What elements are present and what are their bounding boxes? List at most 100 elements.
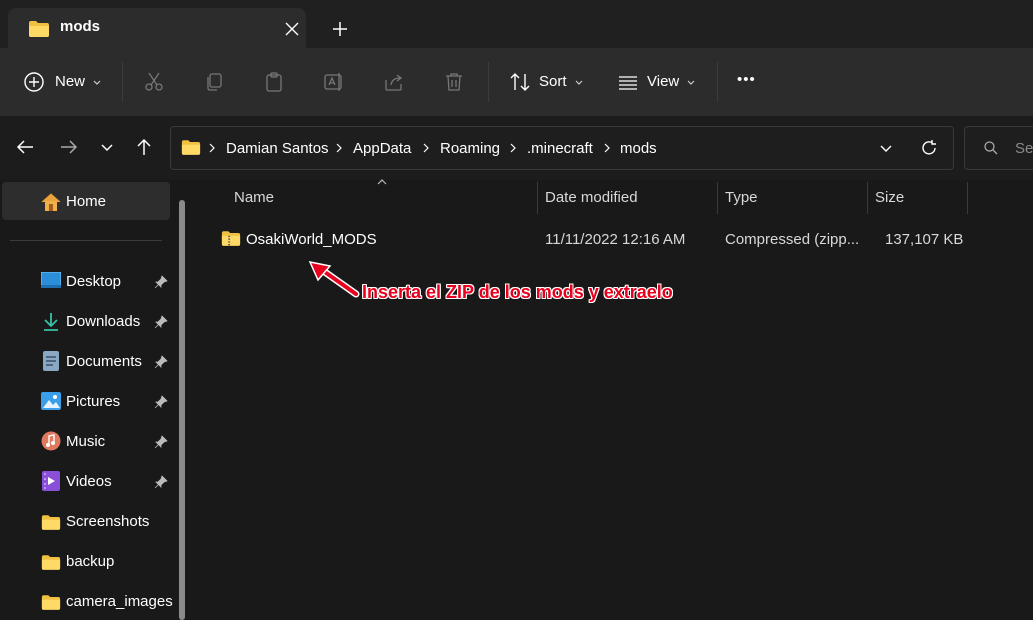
sidebar-item-desktop[interactable]: Desktop: [0, 264, 175, 300]
list-view-icon: [616, 70, 640, 94]
column-divider[interactable]: [867, 182, 868, 214]
desktop-icon: [41, 272, 61, 290]
videos-icon: [42, 471, 60, 491]
search-input[interactable]: Sea: [964, 126, 1033, 170]
sidebar-item-pictures[interactable]: Pictures: [0, 384, 175, 420]
navigation-pane: Home Desktop Downloads Documents Picture…: [0, 180, 190, 620]
view-label: View: [647, 73, 680, 90]
sidebar-item-label: Downloads: [66, 313, 141, 330]
command-bar: New Sort View •••: [0, 48, 1033, 116]
sidebar-item-documents[interactable]: Documents: [0, 344, 175, 380]
home-label: Home: [66, 193, 107, 210]
folder-icon: [181, 139, 201, 156]
file-size: 137,107 KB: [885, 231, 964, 248]
chevron-right-icon: [334, 143, 344, 153]
sidebar-item-label: Videos: [66, 473, 112, 490]
music-icon: [41, 431, 61, 451]
sidebar-scrollbar[interactable]: [179, 200, 185, 620]
folder-icon: [41, 554, 61, 571]
sidebar-item-label: Pictures: [66, 393, 121, 410]
chevron-right-icon: [207, 143, 217, 153]
file-date: 11/11/2022 12:16 AM: [545, 231, 686, 248]
chevron-right-icon: [421, 143, 431, 153]
chevron-right-icon: [508, 143, 518, 153]
up-icon[interactable]: [133, 136, 155, 158]
pin-icon[interactable]: [154, 435, 168, 449]
sidebar-item-label: Screenshots: [66, 513, 150, 530]
sidebar-item-label: Desktop: [66, 273, 122, 290]
chevron-down-icon: [92, 78, 102, 88]
close-icon[interactable]: [282, 19, 302, 39]
tab-title: mods: [60, 18, 101, 35]
pin-icon[interactable]: [154, 355, 168, 369]
toolbar-divider: [717, 62, 718, 102]
forward-icon[interactable]: [58, 136, 80, 158]
sidebar-item-music[interactable]: Music: [0, 424, 175, 460]
annotation-arrow: [304, 258, 360, 300]
navigation-bar: Damian Santos AppData Roaming .minecraft…: [0, 116, 1033, 180]
breadcrumb-item[interactable]: mods: [620, 140, 657, 157]
sort-ascending-icon: [376, 178, 388, 186]
file-type: Compressed (zipp...: [725, 231, 860, 248]
sidebar-item-label: Music: [66, 433, 106, 450]
paste-icon[interactable]: [262, 70, 286, 94]
pin-icon[interactable]: [154, 275, 168, 289]
chevron-down-icon[interactable]: [879, 142, 893, 156]
recent-locations-chevron-icon[interactable]: [100, 141, 114, 155]
breadcrumb-item[interactable]: .minecraft: [527, 140, 593, 157]
sidebar-item-downloads[interactable]: Downloads: [0, 304, 175, 340]
breadcrumb-item[interactable]: Roaming: [440, 140, 500, 157]
sidebar-item-home[interactable]: Home: [2, 182, 170, 220]
sidebar-item-camera-images[interactable]: camera_images: [0, 584, 175, 620]
sort-label: Sort: [539, 73, 567, 90]
sort-icon: [508, 70, 532, 94]
new-tab-button[interactable]: [330, 19, 350, 39]
search-icon: [983, 140, 999, 156]
sidebar-item-backup[interactable]: backup: [0, 544, 175, 580]
title-bar: mods: [0, 0, 1033, 48]
back-icon[interactable]: [14, 136, 36, 158]
sidebar-item-label: backup: [66, 553, 115, 570]
pin-icon[interactable]: [154, 315, 168, 329]
column-divider[interactable]: [537, 182, 538, 214]
column-header-size[interactable]: Size: [875, 189, 904, 206]
rename-icon[interactable]: [322, 70, 346, 94]
copy-icon[interactable]: [202, 70, 226, 94]
new-label: New: [55, 73, 86, 90]
pin-icon[interactable]: [154, 395, 168, 409]
zip-folder-icon: [221, 230, 241, 247]
home-icon: [40, 192, 62, 212]
table-row[interactable]: OsakiWorld_MODS 11/11/2022 12:16 AM Comp…: [196, 222, 996, 258]
plus-icon: [333, 22, 347, 36]
delete-icon[interactable]: [442, 70, 466, 94]
add-circle-icon: [22, 70, 46, 94]
file-list: Name Date modified Type Size OsakiWorld_…: [196, 178, 1033, 620]
toolbar-divider: [122, 62, 123, 102]
pictures-icon: [41, 392, 61, 410]
address-bar[interactable]: Damian Santos AppData Roaming .minecraft…: [170, 126, 954, 170]
folder-icon: [28, 20, 50, 38]
refresh-icon[interactable]: [919, 138, 939, 158]
share-icon[interactable]: [382, 70, 406, 94]
column-header-date-modified[interactable]: Date modified: [545, 189, 638, 206]
sidebar-item-screenshots[interactable]: Screenshots: [0, 504, 175, 540]
folder-icon: [41, 594, 61, 611]
column-divider[interactable]: [967, 182, 968, 214]
tab-mods[interactable]: mods: [8, 8, 306, 48]
toolbar-divider: [488, 62, 489, 102]
search-placeholder: Sea: [1015, 140, 1033, 157]
more-options-button[interactable]: •••: [737, 71, 756, 88]
sidebar-item-label: camera_images: [66, 593, 173, 610]
chevron-down-icon: [686, 78, 696, 88]
pin-icon[interactable]: [154, 475, 168, 489]
cut-icon[interactable]: [142, 70, 166, 94]
column-divider[interactable]: [717, 182, 718, 214]
file-name: OsakiWorld_MODS: [246, 231, 377, 248]
breadcrumb-item[interactable]: Damian Santos: [226, 140, 329, 157]
annotation-text: Inserta el ZIP de los mods y extraelo: [362, 282, 673, 302]
chevron-down-icon: [574, 78, 584, 88]
breadcrumb-item[interactable]: AppData: [353, 140, 411, 157]
sidebar-item-videos[interactable]: Videos: [0, 464, 175, 500]
column-header-type[interactable]: Type: [725, 189, 758, 206]
column-header-name[interactable]: Name: [234, 189, 274, 206]
